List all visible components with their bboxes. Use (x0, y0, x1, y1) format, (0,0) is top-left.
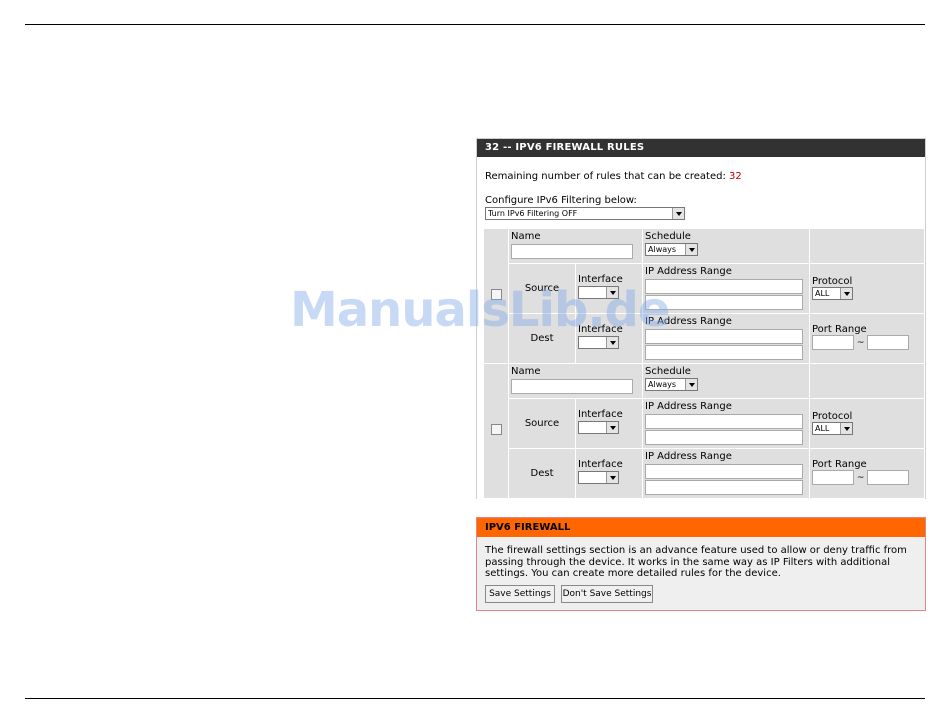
rule-1-source-cell: Source (509, 264, 575, 313)
name-label: Name (511, 366, 541, 377)
rules-table: Name Schedule Always Source Interface IP… (483, 228, 925, 499)
tilde-label: ~ (856, 473, 865, 483)
rule-1-source-ip-start-input[interactable] (645, 279, 803, 294)
rule-1-source-interface-cell: Interface (576, 264, 642, 313)
rule-2-source-interface-cell: Interface (576, 399, 642, 448)
protocol-label: Protocol (812, 276, 853, 287)
firewall-rules-panel: 32 -- IPV6 FIREWALL RULES Remaining numb… (476, 138, 926, 499)
rule-2-select-cell (484, 364, 508, 498)
chevron-down-icon (840, 288, 852, 299)
rule-1-dest-ip-end-input[interactable] (645, 345, 803, 360)
rule-1-dest-interface-cell: Interface (576, 314, 642, 363)
chevron-down-icon (685, 244, 697, 255)
protocol-label: Protocol (812, 411, 853, 422)
rule-1-port-end-input[interactable] (867, 335, 910, 350)
panel-title: 32 -- IPV6 FIREWALL RULES (477, 139, 925, 157)
save-settings-button[interactable]: Save Settings (485, 585, 555, 603)
rule-1-protocol-select[interactable]: ALL (812, 287, 853, 300)
top-divider (25, 24, 925, 25)
rule-1-port-cell: Port Range ~ (810, 314, 924, 363)
rule-2-source-ip-start-input[interactable] (645, 414, 803, 429)
rule-2-name-cell: Name (509, 364, 642, 398)
rule-2-dest-ip-start-input[interactable] (645, 464, 803, 479)
rule-1-port-start-input[interactable] (812, 335, 854, 350)
ipv6-firewall-info-panel: IPV6 FIREWALL The firewall settings sect… (476, 517, 926, 611)
rule-2-name-input[interactable] (511, 379, 633, 394)
rule-2-protocol-cell: Protocol ALL (810, 399, 924, 448)
rule-2-checkbox[interactable] (490, 424, 502, 435)
interface-label: Interface (578, 409, 623, 420)
rule-1-name-cell: Name (509, 229, 642, 263)
port-range-label: Port Range (812, 324, 867, 335)
rule-1-dest-ip-start-input[interactable] (645, 329, 803, 344)
rule-1-protocol-cell: Protocol ALL (810, 264, 924, 313)
rule-1-dest-interface-select[interactable] (578, 336, 619, 349)
rule-1-source-ip-end-input[interactable] (645, 295, 803, 310)
remaining-count: 32 (729, 171, 742, 182)
rule-2-source-ip-cell: IP Address Range (643, 399, 809, 448)
chevron-down-icon (840, 423, 852, 434)
rule-1-schedule-value: Always (648, 245, 677, 254)
interface-label: Interface (578, 274, 623, 285)
rule-1-empty-cell (810, 229, 924, 263)
rule-2-dest-cell: Dest (509, 449, 575, 498)
chevron-down-icon (606, 287, 618, 298)
chevron-down-icon (685, 379, 697, 390)
rule-2-dest-interface-cell: Interface (576, 449, 642, 498)
rule-1-source-interface-select[interactable] (578, 286, 619, 299)
remaining-label: Remaining number of rules that can be cr… (485, 171, 726, 182)
rule-1-checkbox[interactable] (490, 289, 502, 300)
chevron-down-icon (606, 472, 618, 483)
dont-save-settings-button[interactable]: Don't Save Settings (561, 585, 653, 603)
chevron-down-icon (672, 208, 684, 219)
rule-1-dest-cell: Dest (509, 314, 575, 363)
rule-2-schedule-select[interactable]: Always (645, 378, 698, 391)
configure-label: Configure IPv6 Filtering below: (485, 195, 637, 206)
source-label: Source (524, 418, 560, 429)
schedule-label: Schedule (645, 231, 691, 242)
ip-range-label: IP Address Range (645, 451, 732, 462)
rule-1-schedule-select[interactable]: Always (645, 243, 698, 256)
bottom-divider (25, 698, 925, 699)
ip-range-label: IP Address Range (645, 401, 732, 412)
dest-label: Dest (530, 333, 554, 344)
rule-1-dest-ip-cell: IP Address Range (643, 314, 809, 363)
remaining-rules: Remaining number of rules that can be cr… (485, 171, 742, 182)
chevron-down-icon (606, 337, 618, 348)
rule-2-dest-interface-select[interactable] (578, 471, 619, 484)
rule-1-select-cell (484, 229, 508, 363)
info-title: IPV6 FIREWALL (477, 518, 925, 537)
rule-1-schedule-cell: Schedule Always (643, 229, 809, 263)
rule-2-schedule-value: Always (648, 380, 677, 389)
tilde-label: ~ (856, 338, 865, 348)
ip-range-label: IP Address Range (645, 316, 732, 327)
filter-mode-select[interactable]: Turn IPv6 Filtering OFF (485, 207, 685, 220)
interface-label: Interface (578, 324, 623, 335)
rule-2-source-interface-select[interactable] (578, 421, 619, 434)
rule-2-dest-ip-end-input[interactable] (645, 480, 803, 495)
rule-2-port-cell: Port Range ~ (810, 449, 924, 498)
filter-mode-value: Turn IPv6 Filtering OFF (488, 209, 578, 218)
info-description: The firewall settings section is an adva… (485, 545, 907, 579)
rule-2-port-end-input[interactable] (867, 470, 910, 485)
rule-2-dest-ip-cell: IP Address Range (643, 449, 809, 498)
name-label: Name (511, 231, 541, 242)
chevron-down-icon (606, 422, 618, 433)
schedule-label: Schedule (645, 366, 691, 377)
rule-2-protocol-select[interactable]: ALL (812, 422, 853, 435)
rule-2-source-cell: Source (509, 399, 575, 448)
rule-2-schedule-cell: Schedule Always (643, 364, 809, 398)
ip-range-label: IP Address Range (645, 266, 732, 277)
rule-1-source-ip-cell: IP Address Range (643, 264, 809, 313)
port-range-label: Port Range (812, 459, 867, 470)
interface-label: Interface (578, 459, 623, 470)
rule-2-port-start-input[interactable] (812, 470, 854, 485)
rule-1-name-input[interactable] (511, 244, 633, 259)
rule-1-protocol-value: ALL (815, 289, 830, 298)
rule-2-empty-cell (810, 364, 924, 398)
rule-2-protocol-value: ALL (815, 424, 830, 433)
dest-label: Dest (530, 468, 554, 479)
source-label: Source (524, 283, 560, 294)
rule-2-source-ip-end-input[interactable] (645, 430, 803, 445)
